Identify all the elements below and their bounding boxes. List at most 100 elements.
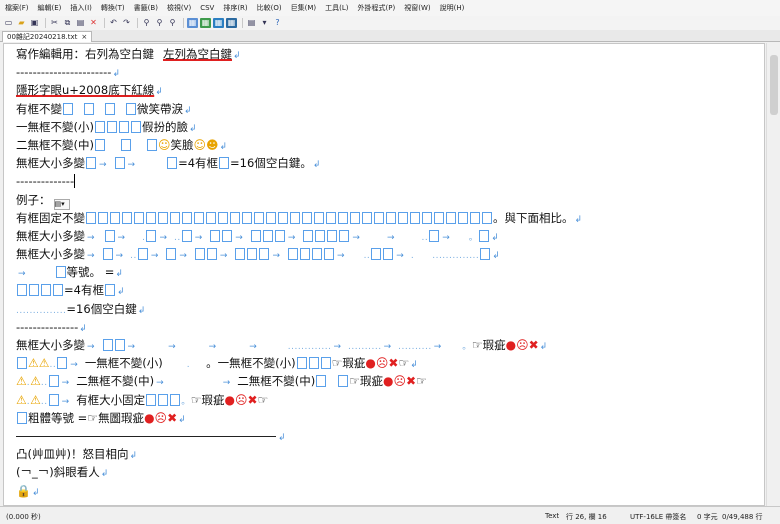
frame-box [386,211,396,224]
menu-tools[interactable]: 工具(L) [322,3,354,13]
toolbar-separator [45,18,46,28]
line-24: (￢_￢)斜眼看人↲ [16,465,109,480]
line-3: 隱形字眼u+2008底下紅線↲ [16,83,163,98]
frame-box [302,211,312,224]
line-19: ⚠.⚠.. → 二無框不變(中) → → 二無框不變(中) ☞瑕疵●☹✖☞ [16,374,427,389]
angry-face-icon: ☹ [234,392,248,407]
help-icon[interactable]: ? [272,18,283,28]
menu-convert[interactable]: 轉換(T) [98,3,131,13]
menu-help[interactable]: 說明(H) [437,3,471,13]
frame-box [470,211,480,224]
menu-macro[interactable]: 巨集(M) [288,3,323,13]
menu-view[interactable]: 檢視(V) [164,3,197,13]
menu-csv[interactable]: CSV [197,4,220,12]
line-21: 粗體等號 =☞無圖瑕疵●☹✖↲ [16,409,582,427]
macro-icon[interactable]: ▤ [246,18,257,28]
menu-window[interactable]: 視窗(W) [401,3,436,13]
status-selection: 0 字元 [697,513,718,521]
toolbar-separator [137,18,138,28]
line-7: 無框大小多變 → → =4有框 =16個空白鍵。↲ [16,156,321,171]
view-icon[interactable]: ▦ [200,18,211,28]
redo-icon[interactable]: ↷ [121,18,132,28]
line-10: 有框固定不變 。與下面相比。↲ [16,210,583,225]
undo-icon[interactable]: ↶ [108,18,119,28]
status-time: (0.000 秒) [6,513,41,521]
pointing-hand-icon: ☞ [416,374,427,389]
status-position: 行 26, 欄 16 [566,513,607,521]
frame-box [446,211,456,224]
menu-bar: 檔案(F) 編輯(E) 插入(I) 轉換(T) 書籤(B) 檢視(V) CSV … [0,0,780,16]
close-icon[interactable]: × [81,32,87,42]
menu-file[interactable]: 檔案(F) [2,3,35,13]
toolbar: ▭ ▰ ▣ ✂ ⧉ ▤ ✕ ↶ ↷ ⚲ ⚲ ⚲ ▦ ▦ ▦ ▦ ▤ ▾ ? [0,16,780,30]
cross-mark-icon: ✖ [528,338,539,352]
pointing-hand-icon: ☞ [257,392,269,407]
tab-document[interactable]: 00雜記20240218.txt × [2,31,93,42]
line-4: 有框不變 微笑帶淚↲ [16,101,192,116]
split-icon[interactable]: ▦ [213,18,224,28]
frame-box [86,211,96,224]
text-cursor [74,174,76,189]
frame-box [182,211,192,224]
angry-face-icon: ☹ [393,374,407,389]
pointing-hand-icon: ☞ [190,392,202,407]
frame-box [434,211,444,224]
find-icon[interactable]: ⚲ [141,18,152,28]
frame-box [242,211,252,224]
line-25: 🔒↲ [16,483,40,498]
copy-icon[interactable]: ⧉ [62,18,73,28]
save-icon[interactable]: ▣ [29,18,40,28]
vertical-scrollbar[interactable] [766,43,780,506]
status-mode: Text [545,512,560,520]
line-5: 一無框不變(小) 假扮的臉↲ [16,119,197,134]
frame-box [206,211,216,224]
scrollbar-thumb[interactable] [770,55,778,115]
frame-box [98,211,108,224]
cut-icon[interactable]: ✂ [49,18,60,28]
frame-box [290,211,300,224]
replace-icon[interactable]: ⚲ [167,18,178,28]
frame-box [314,211,324,224]
frame-box [170,211,180,224]
frame-box [122,211,132,224]
wrap-icon[interactable]: ▦ [187,18,198,28]
menu-insert[interactable]: 插入(I) [67,3,98,13]
open-folder-icon[interactable]: ▰ [16,18,27,28]
delete-icon[interactable]: ✕ [88,18,99,28]
paste-icon[interactable]: ▤ [75,18,86,28]
red-circle-icon: ● [505,338,517,352]
line-8: -------------- [16,174,76,189]
warning-icon: ⚠ [30,374,41,389]
warning-icon: ⚠ [30,392,41,407]
new-file-icon[interactable]: ▭ [3,18,14,28]
tab-name: 00雜記20240218.txt [7,33,78,41]
warning-icon: ⚠ [28,356,39,371]
dropdown-icon[interactable]: ▾ [259,18,270,28]
frame-box [278,211,288,224]
menu-plugins[interactable]: 外掛程式(P) [355,3,402,13]
frame-box [254,211,264,224]
line-1: 寫作編輯用：右列為空白鍵 左列為空白鍵↲ [16,47,241,61]
find-next-icon[interactable]: ⚲ [154,18,165,28]
frame-box [266,211,276,224]
menu-bookmark[interactable]: 書籤(B) [131,3,164,13]
pointing-hand-icon: ☞ [398,356,410,371]
line-12: 無框大小多變 → →.. → → → → →.. →............... ↲ [16,247,500,262]
menu-sort[interactable]: 排序(R) [220,3,253,13]
pointing-hand-icon: ☞ [331,356,343,371]
toolbar-separator [183,18,184,28]
line-20: ⚠.⚠.. → 有框大小固定 。☞瑕疵●☹✖☞ [16,392,269,407]
menu-edit[interactable]: 編輯(E) [35,3,68,13]
angry-face-icon: ☹ [516,338,529,352]
menu-compare[interactable]: 比較(O) [254,3,288,13]
horizontal-rule [16,435,276,437]
red-circle-icon: ● [365,356,376,371]
frame-box [194,211,204,224]
text-editor[interactable]: 寫作編輯用：右列為空白鍵 左列為空白鍵↲ --------------------… [3,43,765,506]
frame-box [338,211,348,224]
toolbar-separator [104,18,105,28]
grin-emoji-icon: ☻ [206,137,219,152]
frame-box [362,211,372,224]
toolbar-separator [242,18,243,28]
window-icon[interactable]: ▦ [226,18,237,28]
